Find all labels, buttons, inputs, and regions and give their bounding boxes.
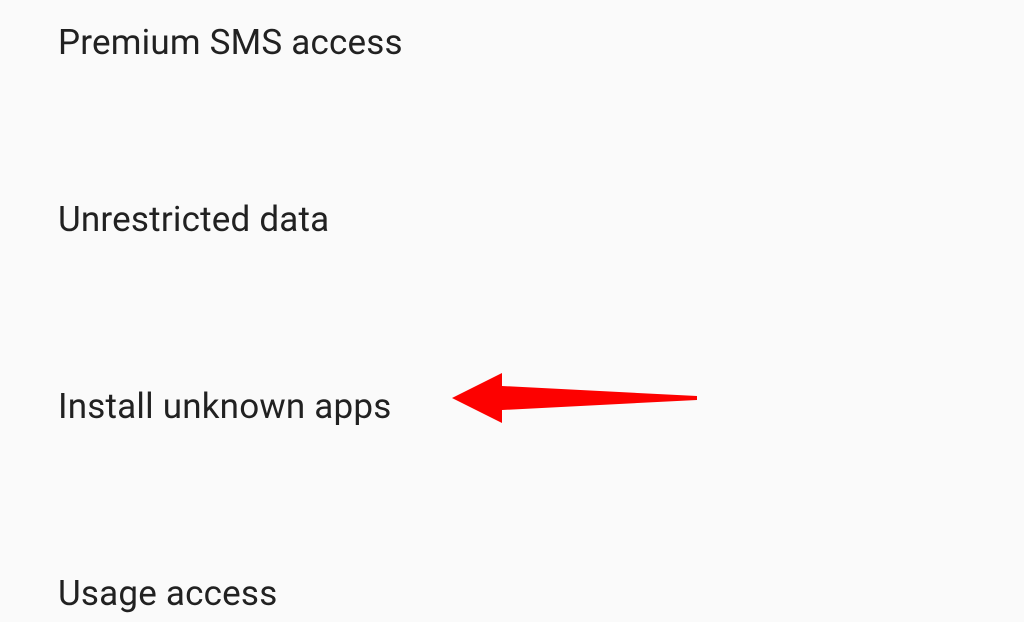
- settings-item-unrestricted-data[interactable]: Unrestricted data: [58, 191, 1024, 248]
- settings-list: Premium SMS access Unrestricted data Ins…: [0, 0, 1024, 622]
- settings-item-premium-sms[interactable]: Premium SMS access: [58, 14, 1024, 71]
- settings-item-install-unknown[interactable]: Install unknown apps: [58, 378, 1024, 435]
- settings-item-usage-access[interactable]: Usage access: [58, 565, 1024, 622]
